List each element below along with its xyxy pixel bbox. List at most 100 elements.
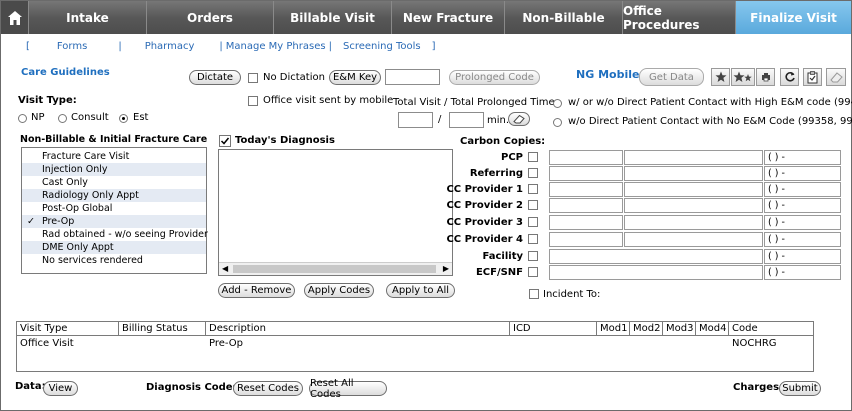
grid-header-code[interactable]: Code (729, 322, 813, 336)
home-icon (7, 10, 22, 25)
submit-button[interactable]: Submit (779, 381, 821, 396)
cc-address-field[interactable] (624, 166, 763, 181)
prolonged-code-button[interactable]: Prolonged Code (449, 70, 540, 85)
grid-header-mod4[interactable]: Mod4 (696, 322, 729, 336)
grid-header-description[interactable]: Description (206, 322, 510, 336)
care-guidelines-link[interactable]: Care Guidelines (21, 67, 110, 78)
cc-row-checkbox[interactable] (528, 200, 538, 210)
tab-non-billable[interactable]: Non-Billable (505, 1, 623, 34)
subnav-screening-tools[interactable]: Screening Tools (340, 41, 424, 52)
cc-phone-field[interactable]: ( ) - (764, 182, 841, 197)
apply-to-all-button[interactable]: Apply to All (386, 283, 455, 298)
cc-name-field[interactable] (549, 182, 623, 197)
cc-address-field[interactable] (624, 215, 763, 230)
cc-name-field[interactable] (549, 198, 623, 213)
favorite-button[interactable] (711, 68, 730, 86)
cc-name-field[interactable] (549, 150, 623, 165)
dictate-button[interactable]: Dictate (189, 70, 241, 85)
non-billable-item[interactable]: Injection Only (22, 163, 206, 176)
reset-all-codes-button[interactable]: Reset All Codes (309, 378, 387, 400)
contact-no-em-radio[interactable] (553, 118, 562, 127)
cc-address-field[interactable] (624, 150, 763, 165)
em-key-input[interactable] (385, 69, 440, 85)
cc-row-checkbox[interactable] (528, 217, 538, 227)
print-button[interactable] (756, 68, 775, 86)
non-billable-item[interactable]: Radiology Only Appt (22, 189, 206, 202)
grid-header-visit-type[interactable]: Visit Type (17, 322, 119, 336)
scroll-left-icon[interactable]: ◀ (222, 264, 228, 273)
tab-new-fracture[interactable]: New Fracture (392, 1, 505, 34)
total-visit-input[interactable] (398, 112, 433, 128)
cc-row-checkbox[interactable] (528, 152, 538, 162)
clipboard-button[interactable] (803, 68, 822, 86)
calculate-time-button[interactable] (508, 112, 530, 126)
visit-type-consult-radio[interactable] (58, 114, 67, 123)
subnav-pharmacy[interactable]: Pharmacy (142, 41, 198, 52)
subnav-forms[interactable]: Forms (54, 41, 90, 52)
cc-address-field[interactable] (624, 232, 763, 247)
home-button[interactable] (1, 1, 29, 34)
non-billable-item[interactable]: Fracture Care Visit (22, 150, 206, 163)
cc-address-field[interactable] (624, 182, 763, 197)
no-dictation-label: No Dictation (263, 72, 325, 83)
cc-phone-field[interactable]: ( ) - (764, 232, 841, 247)
view-button[interactable]: View (43, 381, 78, 396)
grid-header-billing-status[interactable]: Billing Status (119, 322, 206, 336)
tab-office-procedures[interactable]: Office Procedures (623, 1, 736, 34)
refresh-button[interactable] (780, 68, 799, 86)
non-billable-item[interactable]: DME Only Appt (22, 241, 206, 254)
tab-finalize-visit[interactable]: Finalize Visit (736, 1, 851, 34)
add-remove-button[interactable]: Add - Remove (218, 283, 295, 298)
non-billable-item[interactable]: Post-Op Global (22, 202, 206, 215)
cc-address-field[interactable] (624, 198, 763, 213)
grid-header-mod1[interactable]: Mod1 (597, 322, 630, 336)
cc-ecf-field[interactable] (549, 265, 763, 280)
em-key-button[interactable]: E&M Key (329, 70, 381, 85)
non-billable-item[interactable]: Rad obtained - w/o seeing Provider (22, 228, 208, 241)
cc-row-checkbox[interactable] (528, 168, 538, 178)
favorites-list-button[interactable] (731, 68, 755, 86)
cc-name-field[interactable] (549, 232, 623, 247)
total-prolonged-input[interactable] (449, 112, 484, 128)
get-data-button[interactable]: Get Data (639, 68, 704, 86)
non-billable-list[interactable]: Fracture Care Visit Injection Only Cast … (21, 147, 208, 274)
non-billable-item[interactable]: ✓ Pre-Op (22, 215, 206, 228)
cc-row-checkbox[interactable] (528, 267, 538, 277)
clear-button[interactable] (826, 68, 846, 86)
cc-phone-field[interactable]: ( ) - (764, 150, 841, 165)
tab-orders[interactable]: Orders (147, 1, 274, 34)
todays-diagnosis-list[interactable]: ◀ ▶ (218, 149, 453, 276)
cc-phone-field[interactable]: ( ) - (764, 265, 841, 280)
cc-row-checkbox[interactable] (528, 234, 538, 244)
cc-row-checkbox[interactable] (528, 251, 538, 261)
grid-header-mod2[interactable]: Mod2 (630, 322, 663, 336)
cc-name-field[interactable] (549, 166, 623, 181)
non-billable-item[interactable]: Cast Only (22, 176, 206, 189)
cc-phone-field[interactable]: ( ) - (764, 249, 841, 264)
grid-header-mod3[interactable]: Mod3 (663, 322, 696, 336)
cc-phone-field[interactable]: ( ) - (764, 198, 841, 213)
billing-grid[interactable]: Visit Type Billing Status Description IC… (16, 321, 814, 372)
cc-facility-field[interactable] (549, 249, 763, 264)
scrollbar-thumb[interactable] (233, 265, 436, 273)
tab-billable-visit[interactable]: Billable Visit (274, 1, 392, 34)
cc-row-checkbox[interactable] (528, 184, 538, 194)
reset-codes-button[interactable]: Reset Codes (233, 381, 303, 396)
incident-to-checkbox[interactable] (529, 289, 539, 299)
office-visit-mobile-checkbox[interactable] (248, 96, 258, 106)
cc-name-field[interactable] (549, 215, 623, 230)
contact-high-em-radio[interactable] (553, 99, 562, 108)
cc-phone-field[interactable]: ( ) - (764, 215, 841, 230)
cc-phone-field[interactable]: ( ) - (764, 166, 841, 181)
visit-type-np-radio[interactable] (18, 114, 27, 123)
horizontal-scrollbar[interactable]: ◀ ▶ (219, 262, 452, 275)
visit-type-est-radio[interactable] (119, 114, 128, 123)
todays-diagnosis-checkbox[interactable] (219, 135, 231, 147)
grid-header-icd[interactable]: ICD (510, 322, 597, 336)
tab-intake[interactable]: Intake (29, 1, 147, 34)
no-dictation-checkbox[interactable] (248, 73, 258, 83)
apply-codes-button[interactable]: Apply Codes (304, 283, 374, 298)
subnav-manage-my-phrases[interactable]: Manage My Phrases (223, 41, 329, 52)
non-billable-item[interactable]: No services rendered (22, 254, 206, 267)
todays-diagnosis-label: Today's Diagnosis (235, 135, 335, 146)
